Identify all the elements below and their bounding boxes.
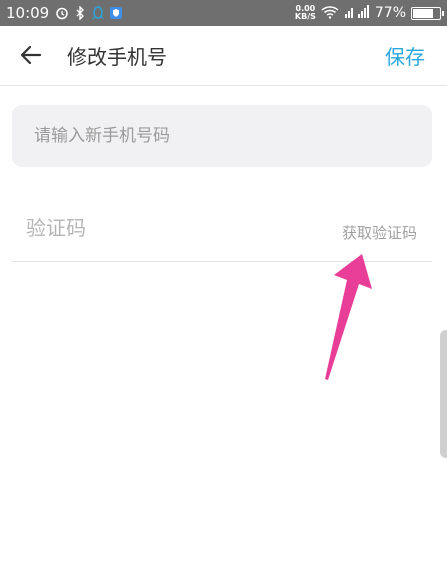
header: 修改手机号 保存 bbox=[0, 26, 447, 84]
arrow-left-icon bbox=[20, 45, 42, 65]
battery-percent: 77% bbox=[374, 5, 406, 21]
header-divider bbox=[0, 85, 447, 86]
verification-code-row: 获取验证码 bbox=[12, 205, 432, 262]
status-bar: 10:09 0.00 KB/S 77% bbox=[0, 0, 447, 26]
net-speed: 0.00 KB/S bbox=[295, 5, 316, 21]
annotation-arrow bbox=[325, 254, 372, 380]
save-button[interactable]: 保存 bbox=[385, 41, 425, 70]
phone-field bbox=[12, 105, 432, 167]
back-button[interactable] bbox=[18, 42, 44, 68]
qq-icon bbox=[91, 6, 105, 20]
net-speed-unit: KB/S bbox=[294, 12, 316, 21]
page-title: 修改手机号 bbox=[67, 45, 167, 69]
get-code-button[interactable]: 获取验证码 bbox=[342, 222, 417, 243]
wifi-icon bbox=[321, 4, 339, 23]
battery-icon bbox=[411, 6, 444, 20]
bluetooth-icon bbox=[73, 6, 87, 20]
status-time: 10:09 bbox=[6, 4, 50, 22]
code-divider bbox=[12, 261, 432, 262]
status-right: 0.00 KB/S 77% bbox=[295, 4, 444, 23]
status-left-icons bbox=[55, 6, 123, 20]
shield-icon bbox=[109, 6, 123, 20]
signal-icon bbox=[344, 4, 370, 23]
side-scroll-handle[interactable] bbox=[440, 330, 447, 458]
verification-code-input[interactable] bbox=[24, 215, 308, 241]
phone-input[interactable] bbox=[32, 125, 412, 147]
alarm-icon bbox=[55, 6, 69, 20]
